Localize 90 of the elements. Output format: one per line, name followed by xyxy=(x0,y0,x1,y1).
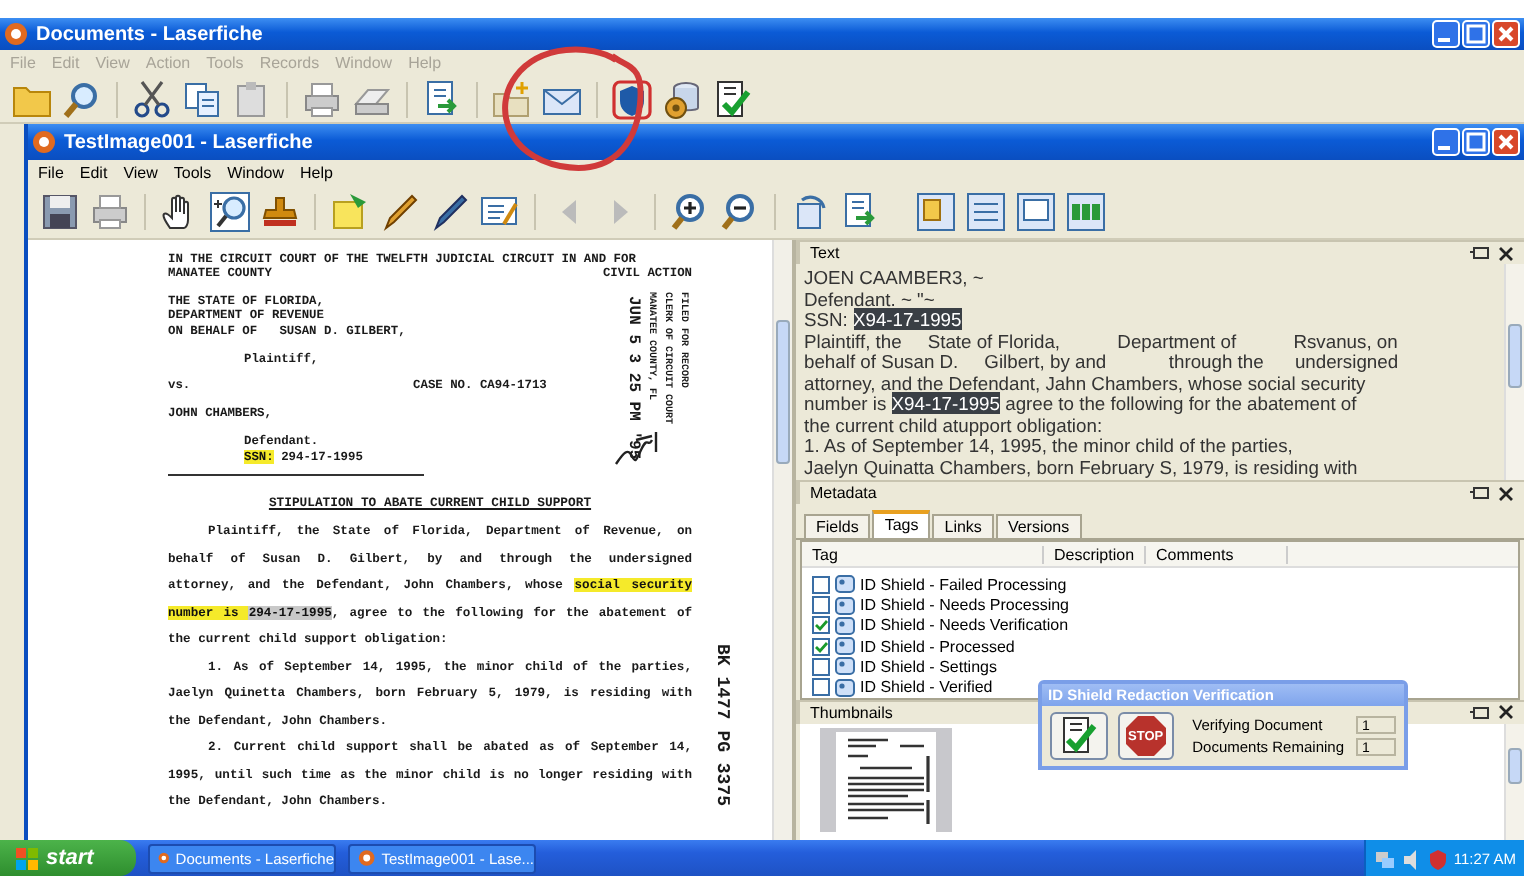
windows-logo-icon xyxy=(16,847,38,869)
zoom-in-icon[interactable] xyxy=(670,191,710,231)
menu-item[interactable]: Window xyxy=(227,163,285,181)
menu-item[interactable]: Tools xyxy=(173,163,212,181)
window-title: TestImage001 - Laserfiche xyxy=(64,131,313,153)
grid-view-icon[interactable] xyxy=(1066,191,1106,231)
ocr-text-line: Plaintiff, the State of Florida, Department of Rsvanus, on xyxy=(804,331,1400,353)
menu-item[interactable]: Help xyxy=(300,163,333,181)
close-icon[interactable] xyxy=(1498,704,1514,721)
marker-icon[interactable] xyxy=(430,191,470,231)
column-header[interactable]: Description xyxy=(1044,545,1147,564)
checkbox[interactable] xyxy=(812,575,830,594)
import-icon[interactable] xyxy=(840,191,880,231)
pen-icon[interactable] xyxy=(380,191,420,231)
maximize-icon[interactable] xyxy=(1462,20,1490,48)
tag-label: ID Shield - Needs Verification xyxy=(860,616,1069,635)
tag-icon xyxy=(834,615,856,636)
ocr-text-line: behalf of Susan D. Gilbert, by and through the undersigned xyxy=(804,352,1401,374)
thumbnail-view-icon[interactable] xyxy=(916,191,956,231)
checkbox[interactable] xyxy=(812,657,830,676)
scrollbar[interactable] xyxy=(1504,264,1524,481)
speaker-icon[interactable] xyxy=(1401,847,1422,869)
scrollbar[interactable] xyxy=(772,240,792,840)
minimize-icon[interactable] xyxy=(1432,128,1460,156)
tag-icon xyxy=(834,677,856,698)
tag-label: ID Shield - Needs Processing xyxy=(860,596,1069,615)
checkbox[interactable] xyxy=(812,596,830,615)
menu-item[interactable]: File xyxy=(38,163,64,181)
page-view-icon[interactable] xyxy=(1016,191,1056,231)
menu-item[interactable]: Edit xyxy=(79,163,108,181)
tab[interactable]: Tags xyxy=(872,510,931,539)
text-annotation-icon[interactable] xyxy=(480,191,520,231)
pin-icon[interactable] xyxy=(1470,244,1490,263)
pin-icon[interactable] xyxy=(1470,703,1490,722)
panel-title: Thumbnails xyxy=(810,703,893,722)
ocr-text-line: JOEN CAAMBER3, ~ xyxy=(804,268,986,290)
column-header[interactable]: Comments xyxy=(1146,545,1289,564)
app-logo-icon xyxy=(158,848,170,868)
ocr-text-line: attorney, and the Defendant, Jahn Chambers, whose social security xyxy=(804,373,1366,395)
tag-icon xyxy=(834,656,856,677)
new-folder-icon[interactable] xyxy=(492,79,532,119)
checklist-icon[interactable] xyxy=(1058,716,1099,756)
ocr-text-line: Defendant. ~ "~ xyxy=(804,289,937,311)
maximize-icon[interactable] xyxy=(1462,128,1490,156)
tag-icon xyxy=(834,574,856,595)
ocr-text-line: the current child atupport obligation: xyxy=(804,415,1105,437)
ocr-text-line: number is X94-17-1995 agree to the following for the abatement of xyxy=(804,394,1357,416)
tag-label: ID Shield - Verified xyxy=(860,678,993,697)
stamp-icon[interactable] xyxy=(260,191,300,231)
app-logo-icon xyxy=(358,848,376,868)
sticky-note-icon[interactable] xyxy=(330,191,370,231)
window-title: Documents - Laserfiche xyxy=(36,23,263,45)
tag-label: ID Shield - Processed xyxy=(860,637,1015,656)
app-logo-icon xyxy=(4,22,28,46)
database-gear-icon[interactable] xyxy=(662,79,702,119)
text-view-icon[interactable] xyxy=(966,191,1006,231)
printer-icon[interactable] xyxy=(302,79,342,119)
close-icon[interactable] xyxy=(1498,485,1514,502)
close-icon[interactable] xyxy=(1498,245,1514,262)
app-logo-icon xyxy=(32,130,56,154)
minimize-icon[interactable] xyxy=(1432,20,1460,48)
import-icon[interactable] xyxy=(422,79,462,119)
checked-checkbox[interactable] xyxy=(812,616,830,635)
search-icon[interactable] xyxy=(62,79,102,119)
printer-icon[interactable] xyxy=(90,191,130,231)
pin-icon[interactable] xyxy=(1470,484,1490,503)
checkbox[interactable] xyxy=(812,678,830,697)
checked-checkbox[interactable] xyxy=(812,637,830,656)
ocr-text-line: Jaelyn Quinatta Chambers, born February S, 1979, is residing with xyxy=(804,457,1360,479)
ocr-text-line: 1. As of September 14, 1995, the minor child of the parties, xyxy=(804,436,1295,458)
approve-button[interactable] xyxy=(1050,712,1108,760)
scrollbar[interactable] xyxy=(1504,724,1524,841)
scissors-icon[interactable] xyxy=(132,79,172,119)
panel-title: Metadata xyxy=(810,484,877,503)
copy-icon[interactable] xyxy=(182,79,222,119)
menu-item[interactable]: View xyxy=(123,163,158,181)
tag-icon xyxy=(834,595,856,616)
zoom-out-icon[interactable] xyxy=(720,191,760,231)
checklist-icon[interactable] xyxy=(712,79,752,119)
shield-icon[interactable] xyxy=(612,79,652,119)
column-header[interactable]: Tag xyxy=(802,545,1044,564)
zoom-select-icon[interactable] xyxy=(210,191,250,231)
stamp-text: BK 1477 PG 3375 xyxy=(712,644,730,807)
tag-label: ID Shield - Settings xyxy=(860,657,997,676)
tag-label: ID Shield - Failed Processing xyxy=(860,575,1067,594)
panel-title: Text xyxy=(810,244,840,263)
tab[interactable]: Links xyxy=(932,514,994,539)
tab[interactable]: Fields xyxy=(804,514,871,539)
tab[interactable]: Versions xyxy=(995,514,1082,539)
tag-icon xyxy=(834,636,856,657)
